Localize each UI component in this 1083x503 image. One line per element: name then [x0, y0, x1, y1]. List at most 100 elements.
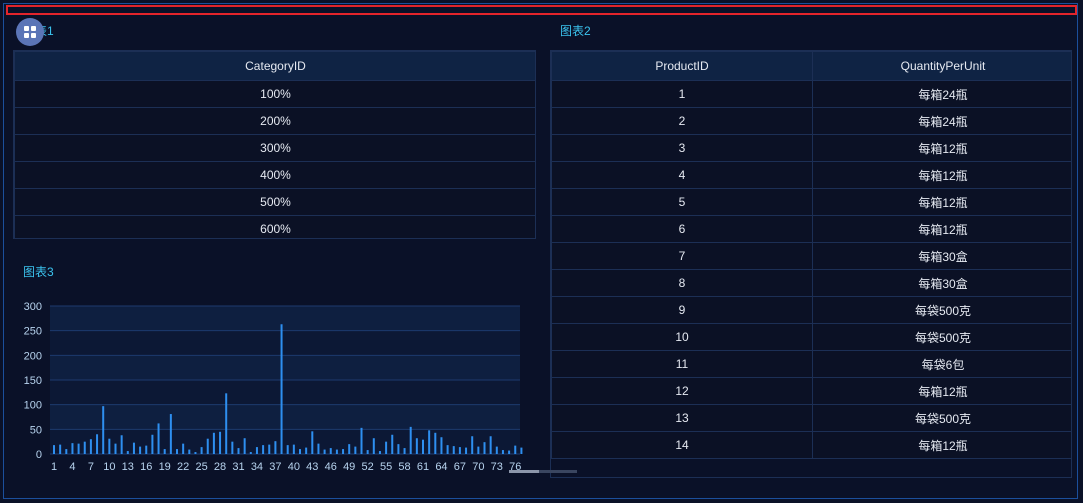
bar[interactable]: [323, 449, 326, 454]
bar[interactable]: [366, 450, 369, 454]
table-cell: 每箱12瓶: [812, 215, 1071, 243]
bar[interactable]: [520, 447, 523, 454]
bar[interactable]: [452, 446, 455, 454]
bar[interactable]: [96, 434, 99, 454]
bar[interactable]: [231, 441, 234, 454]
bar[interactable]: [71, 443, 74, 454]
bar[interactable]: [440, 437, 443, 454]
bar[interactable]: [348, 444, 351, 454]
bar[interactable]: [305, 447, 308, 454]
bar[interactable]: [299, 449, 301, 454]
bar[interactable]: [274, 441, 277, 454]
bar[interactable]: [83, 441, 86, 454]
table-cell: 9: [551, 296, 813, 324]
bar[interactable]: [385, 441, 388, 454]
bar[interactable]: [495, 446, 498, 454]
bar[interactable]: [108, 438, 111, 454]
selected-header-bar[interactable]: [6, 5, 1077, 15]
bar[interactable]: [446, 445, 449, 454]
bar[interactable]: [219, 431, 222, 454]
column-header-productid[interactable]: ProductID: [551, 51, 813, 81]
x-tick-label: 10: [103, 461, 115, 473]
bar[interactable]: [422, 439, 424, 454]
bar[interactable]: [163, 449, 166, 454]
column-header-categoryid[interactable]: CategoryID: [14, 51, 535, 81]
bar[interactable]: [403, 448, 406, 454]
bar[interactable]: [292, 444, 295, 454]
bar[interactable]: [317, 443, 320, 454]
chart3-scrollbar[interactable]: [509, 470, 577, 473]
bar[interactable]: [477, 446, 480, 454]
bar[interactable]: [286, 445, 289, 454]
bar[interactable]: [458, 447, 461, 454]
bar[interactable]: [335, 449, 338, 454]
bar[interactable]: [53, 445, 55, 454]
bar[interactable]: [194, 452, 197, 454]
table-cell: 200%: [14, 107, 535, 135]
bar[interactable]: [114, 443, 117, 454]
bar[interactable]: [151, 434, 154, 454]
bar[interactable]: [311, 431, 314, 454]
bar[interactable]: [378, 451, 381, 454]
bar[interactable]: [200, 447, 203, 454]
bar[interactable]: [182, 443, 185, 454]
bar[interactable]: [360, 427, 363, 454]
bar[interactable]: [132, 442, 135, 454]
bar[interactable]: [65, 449, 68, 454]
chart2-table: ProductID QuantityPerUnit 1 每箱24瓶 2 每箱24瓶 3 每…: [550, 50, 1072, 478]
scrollbar-thumb[interactable]: [509, 470, 539, 473]
bar[interactable]: [489, 436, 492, 454]
bar[interactable]: [434, 432, 437, 454]
bar[interactable]: [89, 439, 92, 454]
bar[interactable]: [391, 434, 394, 454]
bar[interactable]: [465, 447, 468, 454]
bar[interactable]: [508, 450, 511, 454]
bar[interactable]: [471, 436, 474, 454]
bar[interactable]: [255, 447, 258, 454]
x-tick-label: 34: [251, 461, 263, 473]
x-tick-label: 67: [454, 461, 466, 473]
bar[interactable]: [157, 423, 160, 454]
column-header-quantityperunit[interactable]: QuantityPerUnit: [812, 51, 1071, 81]
table-cell: 3: [551, 134, 813, 162]
bar[interactable]: [280, 324, 283, 454]
bar[interactable]: [415, 438, 418, 454]
bar[interactable]: [237, 448, 240, 454]
bar[interactable]: [120, 435, 123, 454]
bar[interactable]: [188, 449, 191, 454]
table-cell: 每箱12瓶: [812, 377, 1071, 405]
x-tick-label: 31: [232, 461, 244, 473]
bar[interactable]: [329, 448, 332, 454]
table-cell: 每箱12瓶: [812, 161, 1071, 189]
bar[interactable]: [126, 451, 129, 454]
bar[interactable]: [243, 438, 246, 454]
bar[interactable]: [483, 442, 486, 454]
bar[interactable]: [397, 444, 400, 454]
table-cell: 5: [551, 188, 813, 216]
bar[interactable]: [354, 446, 357, 454]
table-row: 14 每箱12瓶: [551, 431, 1071, 459]
bar[interactable]: [409, 426, 412, 454]
bar[interactable]: [342, 449, 345, 454]
bar[interactable]: [59, 444, 62, 454]
bar[interactable]: [225, 393, 228, 454]
bar[interactable]: [145, 445, 148, 454]
bar[interactable]: [176, 449, 178, 454]
bar[interactable]: [212, 432, 215, 454]
bar[interactable]: [139, 446, 142, 454]
bar[interactable]: [268, 444, 271, 454]
bar[interactable]: [77, 443, 80, 454]
bar[interactable]: [501, 450, 504, 454]
bar[interactable]: [514, 445, 517, 454]
bar[interactable]: [428, 430, 431, 454]
bar[interactable]: [249, 452, 252, 454]
bar[interactable]: [206, 438, 209, 454]
table-row: 4 每箱12瓶: [551, 161, 1071, 189]
table-cell: 12: [551, 377, 813, 405]
bar[interactable]: [102, 406, 105, 454]
bar[interactable]: [372, 438, 375, 454]
grid-menu-icon[interactable]: [16, 18, 44, 46]
bar[interactable]: [169, 414, 172, 454]
bar[interactable]: [262, 445, 265, 454]
x-tick-label: 43: [306, 461, 318, 473]
